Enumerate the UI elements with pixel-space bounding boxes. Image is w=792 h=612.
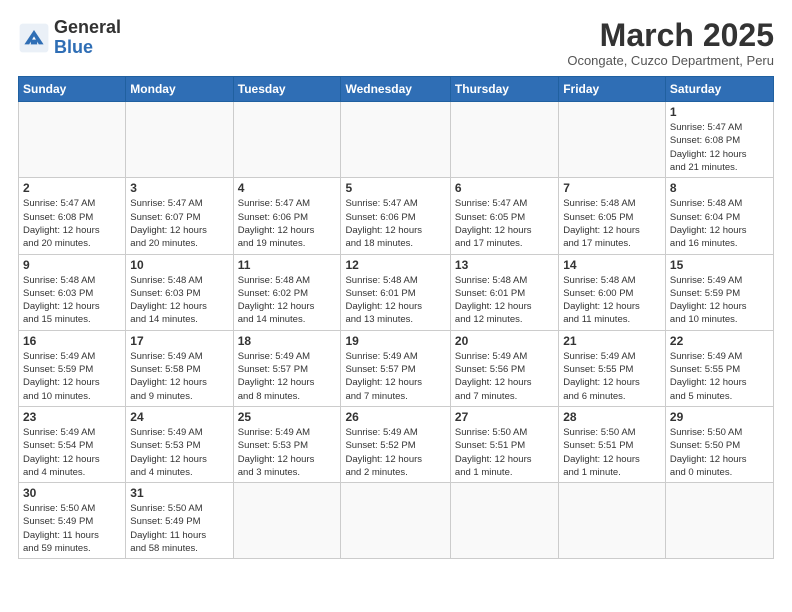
day-23: 23 Sunrise: 5:49 AMSunset: 5:54 PMDaylig… <box>19 406 126 482</box>
day-9: 9 Sunrise: 5:48 AMSunset: 6:03 PMDayligh… <box>19 254 126 330</box>
day-6: 6 Sunrise: 5:47 AMSunset: 6:05 PMDayligh… <box>450 178 558 254</box>
day-27: 27 Sunrise: 5:50 AMSunset: 5:51 PMDaylig… <box>450 406 558 482</box>
title-block: March 2025 Ocongate, Cuzco Department, P… <box>567 18 774 68</box>
empty-cell <box>559 483 666 559</box>
day-13: 13 Sunrise: 5:48 AMSunset: 6:01 PMDaylig… <box>450 254 558 330</box>
day-8: 8 Sunrise: 5:48 AMSunset: 6:04 PMDayligh… <box>665 178 773 254</box>
page: General Blue March 2025 Ocongate, Cuzco … <box>0 0 792 612</box>
day-25: 25 Sunrise: 5:49 AMSunset: 5:53 PMDaylig… <box>233 406 341 482</box>
empty-cell <box>341 102 450 178</box>
day-11: 11 Sunrise: 5:48 AMSunset: 6:02 PMDaylig… <box>233 254 341 330</box>
header-sunday: Sunday <box>19 77 126 102</box>
subtitle: Ocongate, Cuzco Department, Peru <box>567 53 774 68</box>
day-26: 26 Sunrise: 5:49 AMSunset: 5:52 PMDaylig… <box>341 406 450 482</box>
header-friday: Friday <box>559 77 666 102</box>
day-3: 3 Sunrise: 5:47 AMSunset: 6:07 PMDayligh… <box>126 178 233 254</box>
day-10: 10 Sunrise: 5:48 AMSunset: 6:03 PMDaylig… <box>126 254 233 330</box>
weekday-header-row: Sunday Monday Tuesday Wednesday Thursday… <box>19 77 774 102</box>
day-20: 20 Sunrise: 5:49 AMSunset: 5:56 PMDaylig… <box>450 330 558 406</box>
day-16: 16 Sunrise: 5:49 AMSunset: 5:59 PMDaylig… <box>19 330 126 406</box>
empty-cell <box>450 483 558 559</box>
day-24: 24 Sunrise: 5:49 AMSunset: 5:53 PMDaylig… <box>126 406 233 482</box>
day-22: 22 Sunrise: 5:49 AMSunset: 5:55 PMDaylig… <box>665 330 773 406</box>
day-15: 15 Sunrise: 5:49 AMSunset: 5:59 PMDaylig… <box>665 254 773 330</box>
day-21: 21 Sunrise: 5:49 AMSunset: 5:55 PMDaylig… <box>559 330 666 406</box>
day-1: 1 Sunrise: 5:47 AMSunset: 6:08 PMDayligh… <box>665 102 773 178</box>
week-row-2: 2 Sunrise: 5:47 AMSunset: 6:08 PMDayligh… <box>19 178 774 254</box>
header-wednesday: Wednesday <box>341 77 450 102</box>
empty-cell <box>126 102 233 178</box>
week-row-5: 23 Sunrise: 5:49 AMSunset: 5:54 PMDaylig… <box>19 406 774 482</box>
day-2: 2 Sunrise: 5:47 AMSunset: 6:08 PMDayligh… <box>19 178 126 254</box>
logo-icon <box>18 22 50 54</box>
week-row-4: 16 Sunrise: 5:49 AMSunset: 5:59 PMDaylig… <box>19 330 774 406</box>
week-row-1: 1 Sunrise: 5:47 AMSunset: 6:08 PMDayligh… <box>19 102 774 178</box>
header-tuesday: Tuesday <box>233 77 341 102</box>
day-29: 29 Sunrise: 5:50 AMSunset: 5:50 PMDaylig… <box>665 406 773 482</box>
week-row-6: 30 Sunrise: 5:50 AMSunset: 5:49 PMDaylig… <box>19 483 774 559</box>
day-4: 4 Sunrise: 5:47 AMSunset: 6:06 PMDayligh… <box>233 178 341 254</box>
day-12: 12 Sunrise: 5:48 AMSunset: 6:01 PMDaylig… <box>341 254 450 330</box>
day-7: 7 Sunrise: 5:48 AMSunset: 6:05 PMDayligh… <box>559 178 666 254</box>
empty-cell <box>233 483 341 559</box>
empty-cell <box>341 483 450 559</box>
header-thursday: Thursday <box>450 77 558 102</box>
header-monday: Monday <box>126 77 233 102</box>
calendar: Sunday Monday Tuesday Wednesday Thursday… <box>18 76 774 559</box>
day-30: 30 Sunrise: 5:50 AMSunset: 5:49 PMDaylig… <box>19 483 126 559</box>
logo: General Blue <box>18 18 121 58</box>
empty-cell <box>559 102 666 178</box>
day-31: 31 Sunrise: 5:50 AMSunset: 5:49 PMDaylig… <box>126 483 233 559</box>
month-title: March 2025 <box>567 18 774 53</box>
logo-text: General Blue <box>54 18 121 58</box>
empty-cell <box>450 102 558 178</box>
day-14: 14 Sunrise: 5:48 AMSunset: 6:00 PMDaylig… <box>559 254 666 330</box>
empty-cell <box>19 102 126 178</box>
week-row-3: 9 Sunrise: 5:48 AMSunset: 6:03 PMDayligh… <box>19 254 774 330</box>
empty-cell <box>665 483 773 559</box>
day-17: 17 Sunrise: 5:49 AMSunset: 5:58 PMDaylig… <box>126 330 233 406</box>
day-28: 28 Sunrise: 5:50 AMSunset: 5:51 PMDaylig… <box>559 406 666 482</box>
empty-cell <box>233 102 341 178</box>
header-saturday: Saturday <box>665 77 773 102</box>
day-18: 18 Sunrise: 5:49 AMSunset: 5:57 PMDaylig… <box>233 330 341 406</box>
day-5: 5 Sunrise: 5:47 AMSunset: 6:06 PMDayligh… <box>341 178 450 254</box>
header: General Blue March 2025 Ocongate, Cuzco … <box>18 18 774 68</box>
day-19: 19 Sunrise: 5:49 AMSunset: 5:57 PMDaylig… <box>341 330 450 406</box>
